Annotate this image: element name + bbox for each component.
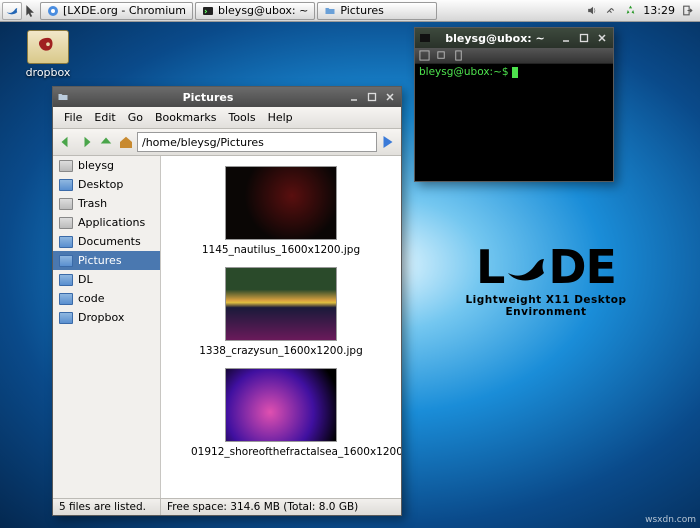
volume-icon[interactable] (586, 4, 599, 17)
menu-go[interactable]: Go (123, 109, 148, 126)
chromium-icon (47, 5, 59, 17)
copy-icon[interactable] (436, 50, 447, 61)
recycle-icon[interactable] (624, 4, 637, 17)
titlebar[interactable]: bleysg@ubox: ~ (415, 28, 613, 48)
menu-file[interactable]: File (59, 109, 87, 126)
file-pane[interactable]: 1145_nautilus_1600x1200.jpg 1338_crazysu… (161, 156, 401, 498)
folder-icon (57, 91, 69, 103)
watermark: wsxdn.com (645, 515, 696, 525)
sidebar-item-documents[interactable]: Documents (53, 232, 160, 251)
path-input[interactable]: /home/bleysg/Pictures (137, 132, 377, 152)
thumbnail (225, 166, 337, 240)
menubar: File Edit Go Bookmarks Tools Help (53, 107, 401, 129)
menu-tools[interactable]: Tools (223, 109, 260, 126)
terminal-icon (202, 5, 214, 17)
titlebar[interactable]: Pictures (53, 87, 401, 107)
network-icon[interactable] (605, 4, 618, 17)
sidebar-item-code[interactable]: code (53, 289, 160, 308)
minimize-button[interactable] (347, 90, 361, 104)
sidebar-item-dl[interactable]: DL (53, 270, 160, 289)
toolbar: /home/bleysg/Pictures (53, 129, 401, 156)
task-label: bleysg@ubox: ~ (218, 4, 308, 17)
clock[interactable]: 13:29 (643, 4, 675, 17)
file-item[interactable]: 01912_shoreofthefractalsea_1600x1200.jpg (191, 368, 371, 459)
menu-edit[interactable]: Edit (89, 109, 120, 126)
file-name: 1145_nautilus_1600x1200.jpg (191, 244, 371, 257)
thumbnail (225, 368, 337, 442)
task-label: Pictures (340, 4, 384, 17)
close-button[interactable] (383, 90, 397, 104)
maximize-button[interactable] (365, 90, 379, 104)
file-manager-window: Pictures File Edit Go Bookmarks Tools He… (52, 86, 402, 516)
cursor (512, 67, 518, 78)
lxde-logo: L DE Lightweight X11 Desktop Environment (426, 240, 666, 318)
nav-up-icon[interactable] (97, 133, 115, 151)
window-title: Pictures (73, 91, 343, 104)
desktop-icon-dropbox[interactable]: dropbox (20, 30, 76, 79)
nav-home-icon[interactable] (117, 133, 135, 151)
terminal-window: bleysg@ubox: ~ bleysg@ubox:~$ (414, 27, 614, 182)
cursor-icon (24, 4, 38, 18)
thumbnail (225, 267, 337, 341)
sidebar-item-home[interactable]: bleysg (53, 156, 160, 175)
maximize-button[interactable] (577, 31, 591, 45)
sidebar-item-applications[interactable]: Applications (53, 213, 160, 232)
lxde-bird-icon (5, 4, 19, 18)
status-space: Free space: 314.6 MB (Total: 8.0 GB) (161, 499, 364, 515)
taskbar-task-terminal[interactable]: bleysg@ubox: ~ (195, 2, 315, 20)
sidebar-item-dropbox[interactable]: Dropbox (53, 308, 160, 327)
close-button[interactable] (595, 31, 609, 45)
app-menu-button[interactable] (2, 2, 22, 20)
file-item[interactable]: 1338_crazysun_1600x1200.jpg (191, 267, 371, 358)
folder-icon (324, 5, 336, 17)
go-icon[interactable] (379, 133, 397, 151)
logout-icon[interactable] (681, 4, 694, 17)
task-label: [LXDE.org - Chromium (63, 4, 186, 17)
terminal-icon (419, 32, 431, 44)
file-name: 1338_crazysun_1600x1200.jpg (191, 345, 371, 358)
menu-help[interactable]: Help (263, 109, 298, 126)
terminal-toolbar (415, 48, 613, 64)
system-tray: 13:29 (582, 4, 698, 17)
desktop-icon-label: dropbox (26, 66, 71, 79)
lxde-bird-logo-icon (502, 243, 550, 291)
terminal-prompt: bleysg@ubox:~$ (419, 66, 512, 78)
minimize-button[interactable] (559, 31, 573, 45)
file-name: 01912_shoreofthefractalsea_1600x1200.jpg (191, 446, 371, 459)
nav-back-icon[interactable] (57, 133, 75, 151)
taskbar-task-chromium[interactable]: [LXDE.org - Chromium (40, 2, 193, 20)
taskbar: [LXDE.org - Chromium bleysg@ubox: ~ Pict… (0, 0, 700, 22)
taskbar-task-filemanager[interactable]: Pictures (317, 2, 437, 20)
status-count: 5 files are listed. (53, 499, 161, 515)
file-item[interactable]: 1145_nautilus_1600x1200.jpg (191, 166, 371, 257)
statusbar: 5 files are listed. Free space: 314.6 MB… (53, 498, 401, 515)
new-tab-icon[interactable] (419, 50, 430, 61)
terminal-body[interactable]: bleysg@ubox:~$ (415, 64, 613, 181)
window-title: bleysg@ubox: ~ (435, 32, 555, 45)
nav-forward-icon[interactable] (77, 133, 95, 151)
sidebar-item-pictures[interactable]: Pictures (53, 251, 160, 270)
sidebar-item-trash[interactable]: Trash (53, 194, 160, 213)
dropbox-icon (27, 30, 69, 64)
menu-bookmarks[interactable]: Bookmarks (150, 109, 221, 126)
lxde-tagline: Lightweight X11 Desktop Environment (426, 294, 666, 318)
paste-icon[interactable] (453, 50, 464, 61)
sidebar-item-desktop[interactable]: Desktop (53, 175, 160, 194)
places-sidebar: bleysg Desktop Trash Applications Docume… (53, 156, 161, 498)
